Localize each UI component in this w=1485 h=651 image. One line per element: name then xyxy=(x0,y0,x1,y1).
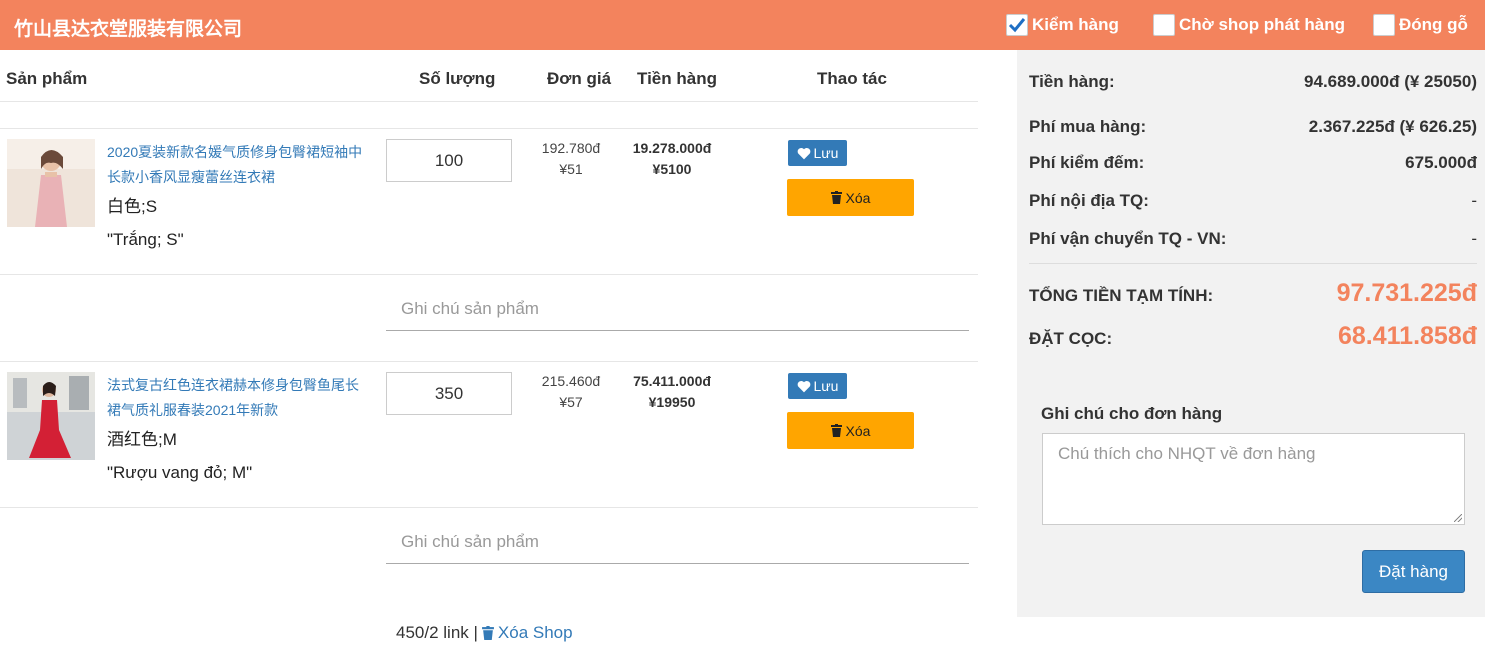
link-count: 450/2 link | xyxy=(396,623,478,642)
summary-inspection-fee: Phí kiểm đếm: 675.000đ xyxy=(1029,153,1477,173)
order-note-label: Ghi chú cho đơn hàng xyxy=(1041,404,1223,423)
option-label: Chờ shop phát hàng xyxy=(1179,15,1346,34)
product-variant-translation: "Trắng; S" xyxy=(107,230,184,249)
divider xyxy=(1029,263,1477,264)
column-header-amount: Tiền hàng xyxy=(637,69,717,88)
delete-button-label: Xóa xyxy=(845,189,871,206)
shop-name: 竹山县达衣堂服装有限公司 xyxy=(14,19,243,40)
line-total-vnd: 19.278.000đ xyxy=(632,140,712,156)
quantity-input[interactable]: 100 xyxy=(386,139,512,182)
unit-price-cny: ¥57 xyxy=(559,394,583,410)
heart-icon xyxy=(797,380,810,392)
product-thumbnail[interactable] xyxy=(7,139,95,227)
product-title-link[interactable]: 2020夏装新款名媛气质修身包臀裙短袖中长款小香风显瘦蕾丝连衣裙 xyxy=(107,140,369,190)
place-order-button[interactable]: Đặt hàng xyxy=(1362,550,1465,593)
delete-button-label: Xóa xyxy=(845,422,871,439)
summary-total: TỔNG TIỀN TẠM TÍNH: 97.731.225đ xyxy=(1029,279,1477,308)
summary-value: 675.000đ xyxy=(1405,153,1477,172)
summary-total-label: TỔNG TIỀN TẠM TÍNH: xyxy=(1029,286,1214,305)
column-header-product: Sản phẩm xyxy=(6,69,88,88)
column-header-unit-price: Đơn giá xyxy=(547,69,612,88)
summary-shipping-fee: Phí vận chuyển TQ - VN: - xyxy=(1029,229,1477,249)
summary-value: - xyxy=(1471,229,1477,248)
line-total: 19.278.000đ ¥5100 xyxy=(617,138,727,180)
summary-goods: Tiền hàng: 94.689.000đ (¥ 25050) xyxy=(1029,72,1477,92)
product-thumbnail[interactable] xyxy=(7,372,95,460)
save-button[interactable]: Lưu xyxy=(788,140,847,166)
summary-purchase-fee: Phí mua hàng: 2.367.225đ (¥ 626.25) xyxy=(1029,117,1477,137)
option-cho-shop-phat-hang[interactable]: Chờ shop phát hàng xyxy=(1153,13,1345,37)
option-label: Kiểm hàng xyxy=(1032,15,1119,34)
divider xyxy=(0,361,978,362)
quantity-input[interactable]: 350 xyxy=(386,372,512,415)
order-note-textarea[interactable]: Chú thích cho NHQT về đơn hàng xyxy=(1042,433,1465,525)
delete-button[interactable]: Xóa xyxy=(787,179,914,216)
product-note-input[interactable]: Ghi chú sản phẩm xyxy=(386,287,969,331)
save-button-label: Lưu xyxy=(813,145,839,161)
summary-value: - xyxy=(1471,191,1477,210)
summary-label: Phí mua hàng: xyxy=(1029,117,1147,136)
summary-label: Tiền hàng: xyxy=(1029,72,1115,91)
line-total-cny: ¥19950 xyxy=(648,394,696,410)
line-total-vnd: 75.411.000đ xyxy=(633,373,711,389)
unit-price: 192.780đ ¥51 xyxy=(531,138,611,180)
trash-icon xyxy=(481,626,494,640)
product-variant: 白色;S xyxy=(107,197,158,216)
divider xyxy=(0,507,978,508)
checkbox-icon[interactable] xyxy=(1373,14,1395,36)
delete-button[interactable]: Xóa xyxy=(787,412,914,449)
delete-shop-link[interactable]: Xóa Shop xyxy=(481,623,573,643)
divider xyxy=(0,101,978,102)
save-button[interactable]: Lưu xyxy=(788,373,847,399)
divider xyxy=(0,128,978,129)
unit-price-vnd: 192.780đ xyxy=(541,140,601,156)
shop-header-bar: 竹山县达衣堂服装有限公司 Kiểm hàng Chờ shop phát hàn… xyxy=(0,0,1485,50)
summary-total-value: 97.731.225đ xyxy=(1336,279,1477,307)
unit-price-cny: ¥51 xyxy=(559,161,583,177)
summary-label: Phí vận chuyển TQ - VN: xyxy=(1029,229,1227,248)
product-variant: 酒红色;M xyxy=(107,430,177,449)
column-header-actions: Thao tác xyxy=(817,69,887,88)
checkbox-checked-icon[interactable] xyxy=(1006,14,1028,36)
option-label: Đóng gỗ xyxy=(1399,15,1468,34)
line-total-cny: ¥5100 xyxy=(652,161,692,177)
product-note-input[interactable]: Ghi chú sản phẩm xyxy=(386,520,969,564)
divider xyxy=(0,274,978,275)
product-title-link[interactable]: 法式复古红色连衣裙赫本修身包臀鱼尾长裙气质礼服春装2021年新款 xyxy=(107,373,369,423)
trash-icon xyxy=(830,424,842,437)
column-header-quantity: Số lượng xyxy=(419,69,496,88)
summary-label: Phí nội địa TQ: xyxy=(1029,191,1149,210)
shop-footer: 450/2 link | Xóa Shop xyxy=(396,623,573,643)
product-variant-translation: "Rượu vang đỏ; M" xyxy=(107,463,253,482)
summary-deposit-label: ĐẶT CỌC: xyxy=(1029,329,1113,348)
summary-label: Phí kiểm đếm: xyxy=(1029,153,1145,172)
checkbox-icon[interactable] xyxy=(1153,14,1175,36)
delete-shop-label: Xóa Shop xyxy=(497,623,573,642)
summary-domestic-fee: Phí nội địa TQ: - xyxy=(1029,191,1477,211)
order-summary-panel: Tiền hàng: 94.689.000đ (¥ 25050) Phí mua… xyxy=(1017,50,1485,617)
option-kiem-hang[interactable]: Kiểm hàng xyxy=(1006,13,1119,37)
option-dong-go[interactable]: Đóng gỗ xyxy=(1373,13,1468,37)
line-total: 75.411.000đ ¥19950 xyxy=(617,371,727,413)
trash-icon xyxy=(830,191,842,204)
save-button-label: Lưu xyxy=(813,378,839,394)
summary-deposit-value: 68.411.858đ xyxy=(1337,322,1477,350)
heart-icon xyxy=(797,147,810,159)
summary-value: 94.689.000đ (¥ 25050) xyxy=(1304,72,1477,91)
unit-price: 215.460đ ¥57 xyxy=(531,371,611,413)
summary-value: 2.367.225đ (¥ 626.25) xyxy=(1308,117,1477,136)
summary-deposit: ĐẶT CỌC: 68.411.858đ xyxy=(1029,322,1477,351)
unit-price-vnd: 215.460đ xyxy=(541,373,601,389)
